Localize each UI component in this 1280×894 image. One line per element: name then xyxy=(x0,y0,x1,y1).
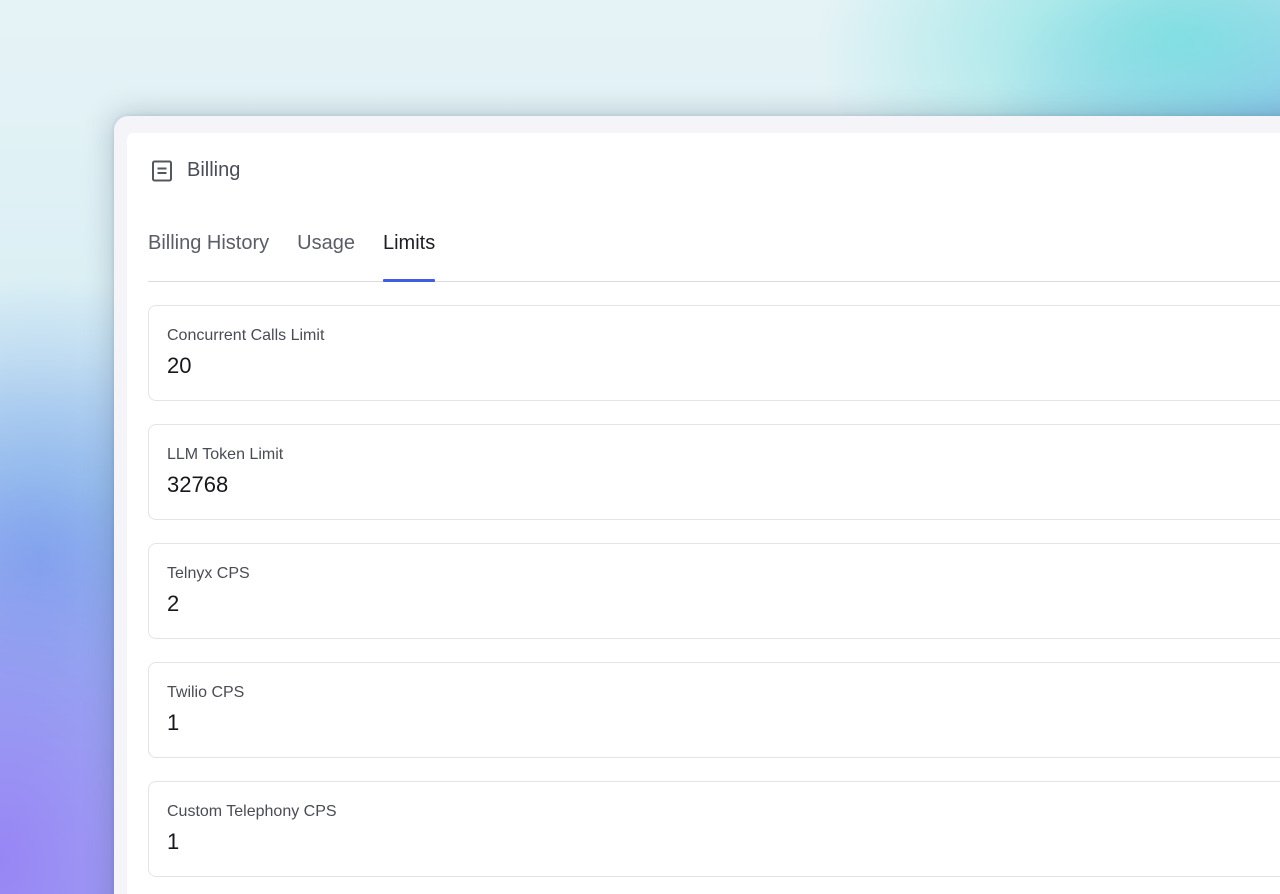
tab-limits[interactable]: Limits xyxy=(382,223,436,282)
limit-card-twilio-cps: Twilio CPS 1 xyxy=(148,662,1280,758)
limit-value: 32768 xyxy=(167,472,229,497)
tab-usage[interactable]: Usage xyxy=(297,223,355,281)
tab-billing-history[interactable]: Billing History xyxy=(148,223,269,281)
limit-card-telnyx-cps: Telnyx CPS 2 xyxy=(148,543,1280,639)
limit-card-concurrent-calls: Concurrent Calls Limit 20 xyxy=(148,305,1280,401)
billing-tabs: Billing History Usage Limits xyxy=(148,223,1280,282)
billing-panel: Billing Billing History Usage Limits Con… xyxy=(127,133,1280,894)
limit-label: Concurrent Calls Limit xyxy=(167,327,325,344)
page-header: Billing xyxy=(151,159,240,182)
limit-value: 2 xyxy=(167,591,180,616)
limit-card-custom-telephony-cps: Custom Telephony CPS 1 xyxy=(148,781,1280,877)
limit-value: 20 xyxy=(167,353,192,378)
limit-label: Telnyx CPS xyxy=(167,565,250,582)
limit-value: 1 xyxy=(167,710,180,735)
limit-card-llm-token: LLM Token Limit 32768 xyxy=(148,424,1280,520)
page-title: Billing xyxy=(187,159,241,181)
document-icon xyxy=(151,160,173,182)
limit-label: LLM Token Limit xyxy=(167,446,284,463)
limit-value: 1 xyxy=(167,829,180,854)
limit-label: Custom Telephony CPS xyxy=(167,803,337,820)
app-window: Billing Billing History Usage Limits Con… xyxy=(114,116,1280,894)
limits-list: Concurrent Calls Limit 20 LLM Token Limi… xyxy=(148,305,1280,894)
limit-label: Twilio CPS xyxy=(167,684,245,701)
